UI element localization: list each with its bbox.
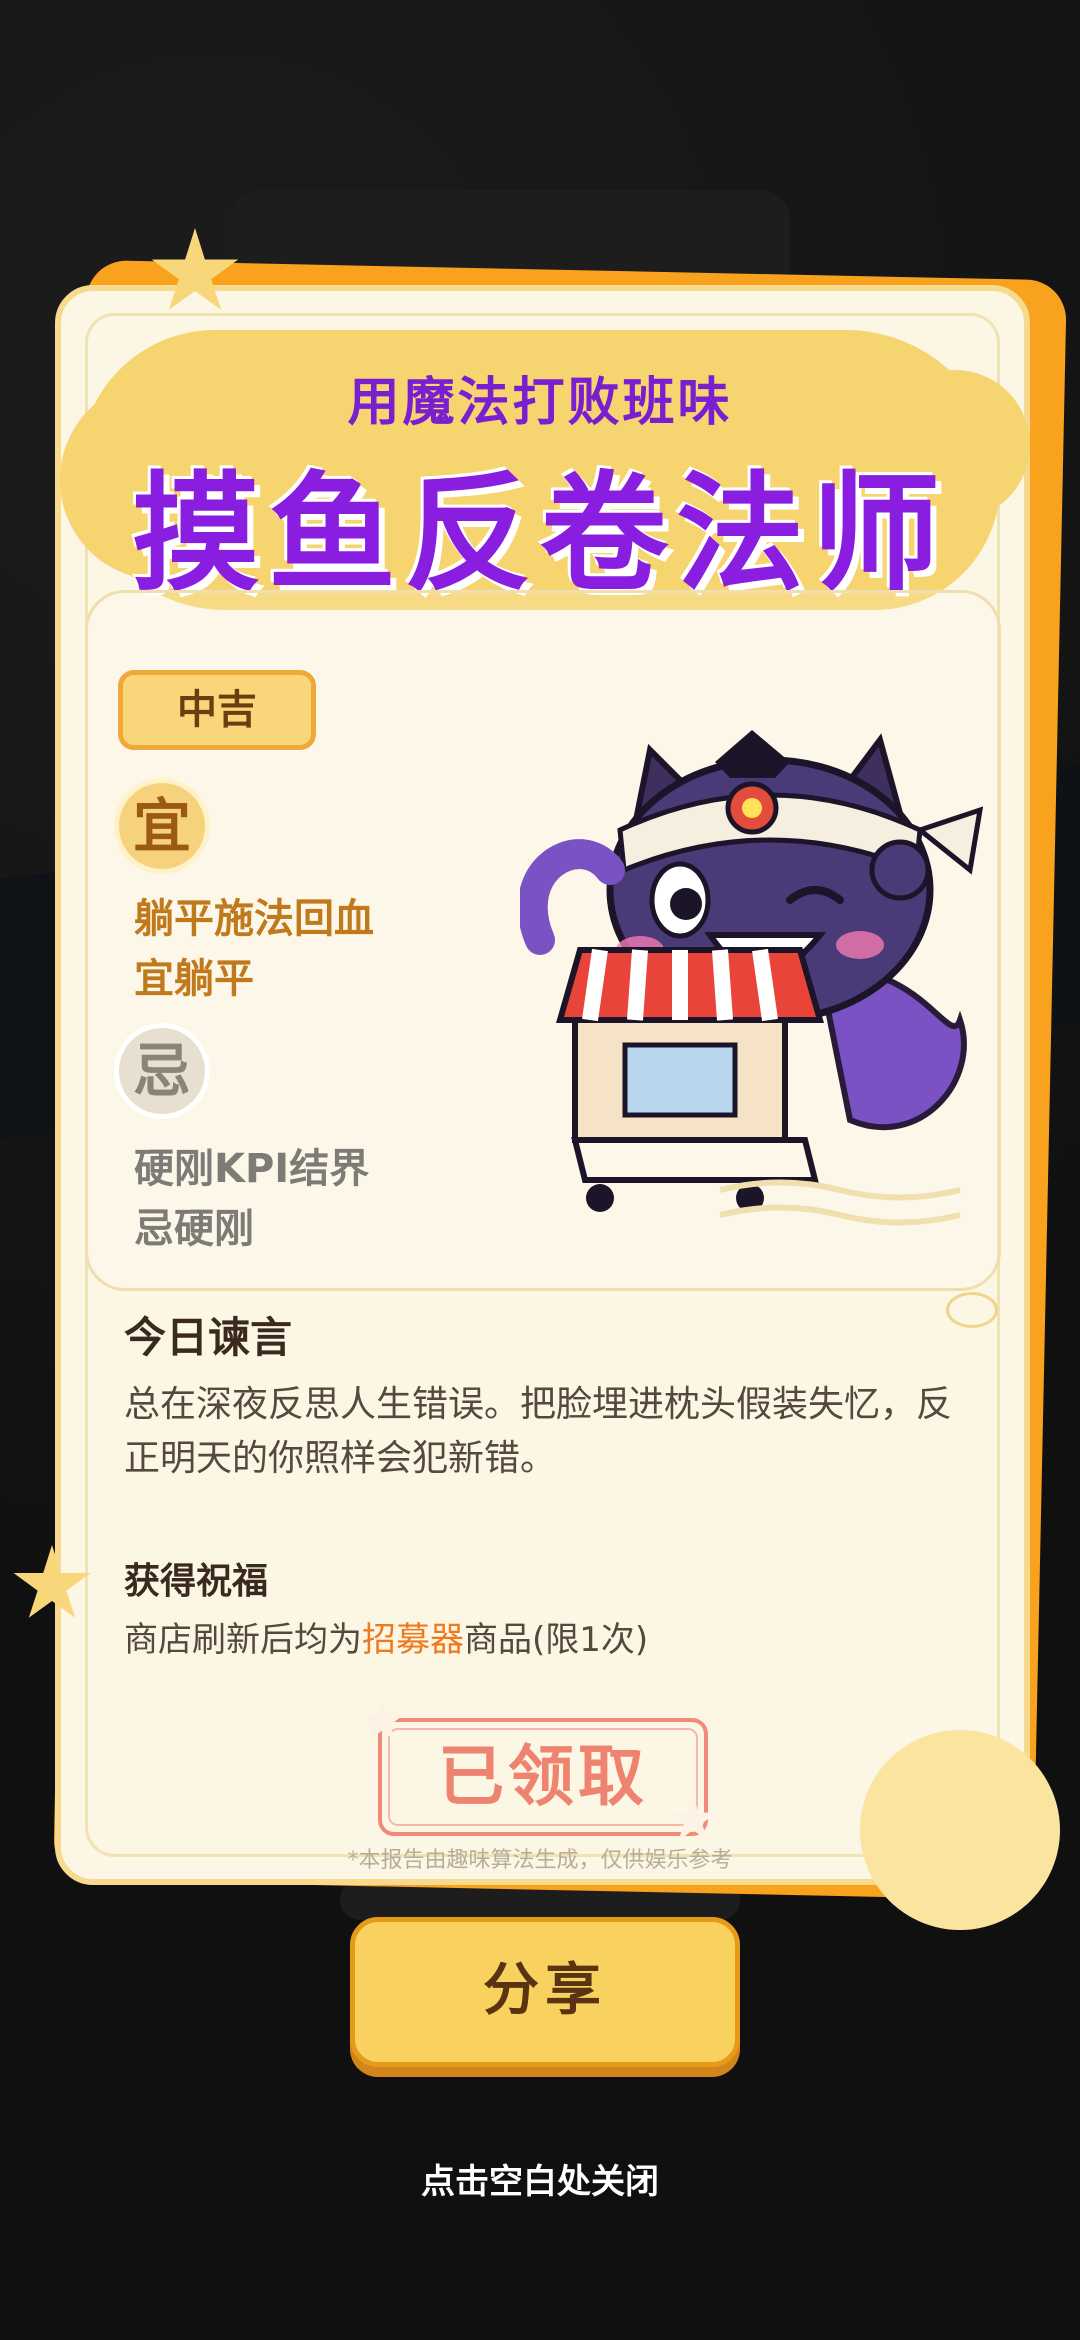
yi-icon: 宜 [114, 778, 210, 874]
share-button[interactable]: 分享 [350, 1917, 740, 2067]
corner-decoration [860, 1730, 1060, 1930]
blessing-text: 商店刷新后均为招募器商品(限1次) [124, 1612, 648, 1661]
disclaimer: *本报告由趣味算法生成，仅供娱乐参考 [347, 1848, 733, 1873]
claimed-stamp-border [388, 1728, 698, 1826]
claimed-stamp: 已领取 [378, 1718, 708, 1836]
advice-heading: 今日谏言 [124, 1313, 293, 1362]
close-hint[interactable]: 点击空白处关闭 [0, 2154, 1080, 2203]
advice-text: 总在深夜反思人生错误。把脸埋进枕头假装失忆，反正明天的你照样会犯新错。 [124, 1384, 953, 1479]
yi-line-1: 躺平施法回血 [134, 896, 374, 942]
ji-line-1: 硬刚KPI结界 [134, 1146, 370, 1192]
blessing-prefix: 商店刷新后均为 [124, 1620, 362, 1660]
ji-icon: 忌 [114, 1023, 210, 1119]
decoration-oval [946, 1292, 998, 1328]
ji-line-2: 忌硬刚 [134, 1206, 254, 1252]
mascot-cat-icon [520, 730, 984, 1226]
yi-line-2: 宜躺平 [134, 956, 254, 1002]
blessing-highlight: 招募器 [362, 1620, 464, 1660]
blessing-suffix: 商品(限1次) [464, 1620, 649, 1660]
blessing-heading: 获得祝福 [124, 1561, 269, 1602]
card-subtitle: 用魔法打败班味 [347, 373, 733, 433]
fortune-badge: 中吉 [118, 670, 316, 750]
card-title: 摸鱼反卷法师 [131, 460, 948, 609]
